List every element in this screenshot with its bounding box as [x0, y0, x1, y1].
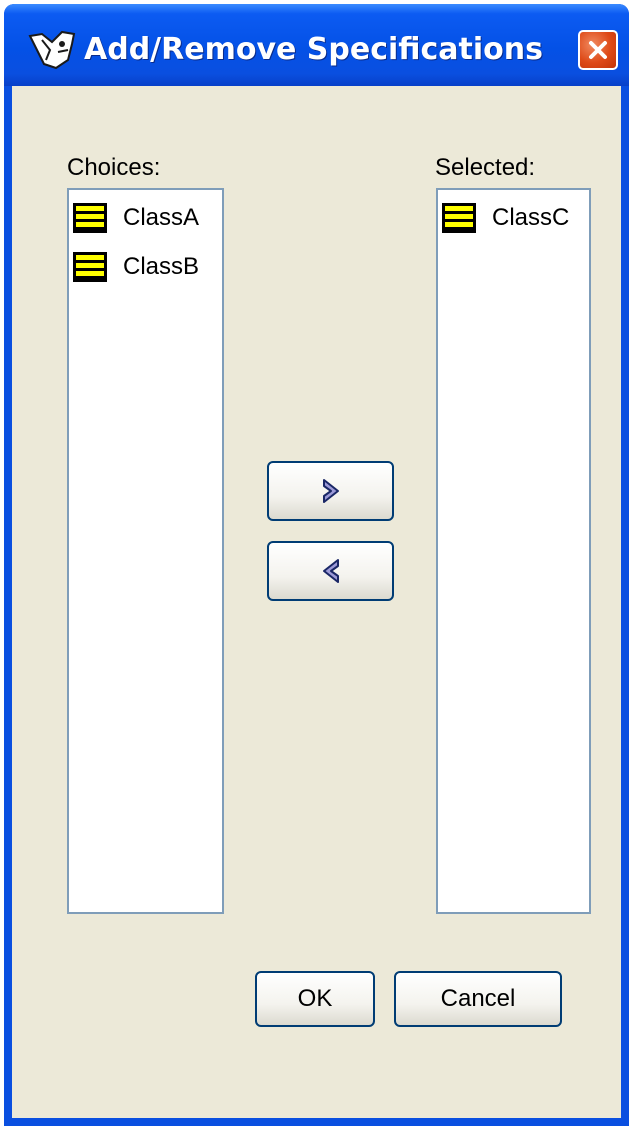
ok-button[interactable]: OK: [255, 971, 375, 1027]
title-bar[interactable]: Add/Remove Specifications: [4, 4, 629, 86]
choices-label: Choices:: [67, 154, 161, 181]
class-icon: [442, 203, 476, 233]
list-item[interactable]: ClassC: [438, 196, 569, 240]
chevron-left-icon: [322, 559, 339, 583]
chevron-right-icon: [322, 479, 339, 503]
add-button[interactable]: [267, 461, 394, 521]
close-icon: [589, 41, 607, 59]
list-item[interactable]: ClassB: [69, 245, 199, 289]
selected-label: Selected:: [435, 154, 536, 181]
list-item-label: ClassA: [123, 204, 200, 231]
list-item-label: ClassC: [492, 204, 570, 231]
list-item[interactable]: ClassA: [69, 196, 199, 240]
choices-list[interactable]: ClassA ClassB: [67, 188, 224, 914]
cancel-button[interactable]: Cancel: [394, 971, 562, 1027]
dialog-window: Add/Remove Specifications Choices: Selec…: [4, 4, 629, 1126]
selected-list[interactable]: ClassC: [436, 188, 591, 914]
close-button[interactable]: [578, 30, 618, 70]
remove-button[interactable]: [267, 541, 394, 601]
window-title: Add/Remove Specifications: [84, 32, 543, 67]
dialog-body: Choices: Selected: ClassA ClassB ClassC: [12, 86, 621, 1118]
class-icon: [73, 203, 107, 233]
list-item-label: ClassB: [123, 253, 200, 280]
class-icon: [73, 252, 107, 282]
app-logo-icon: [28, 30, 76, 70]
